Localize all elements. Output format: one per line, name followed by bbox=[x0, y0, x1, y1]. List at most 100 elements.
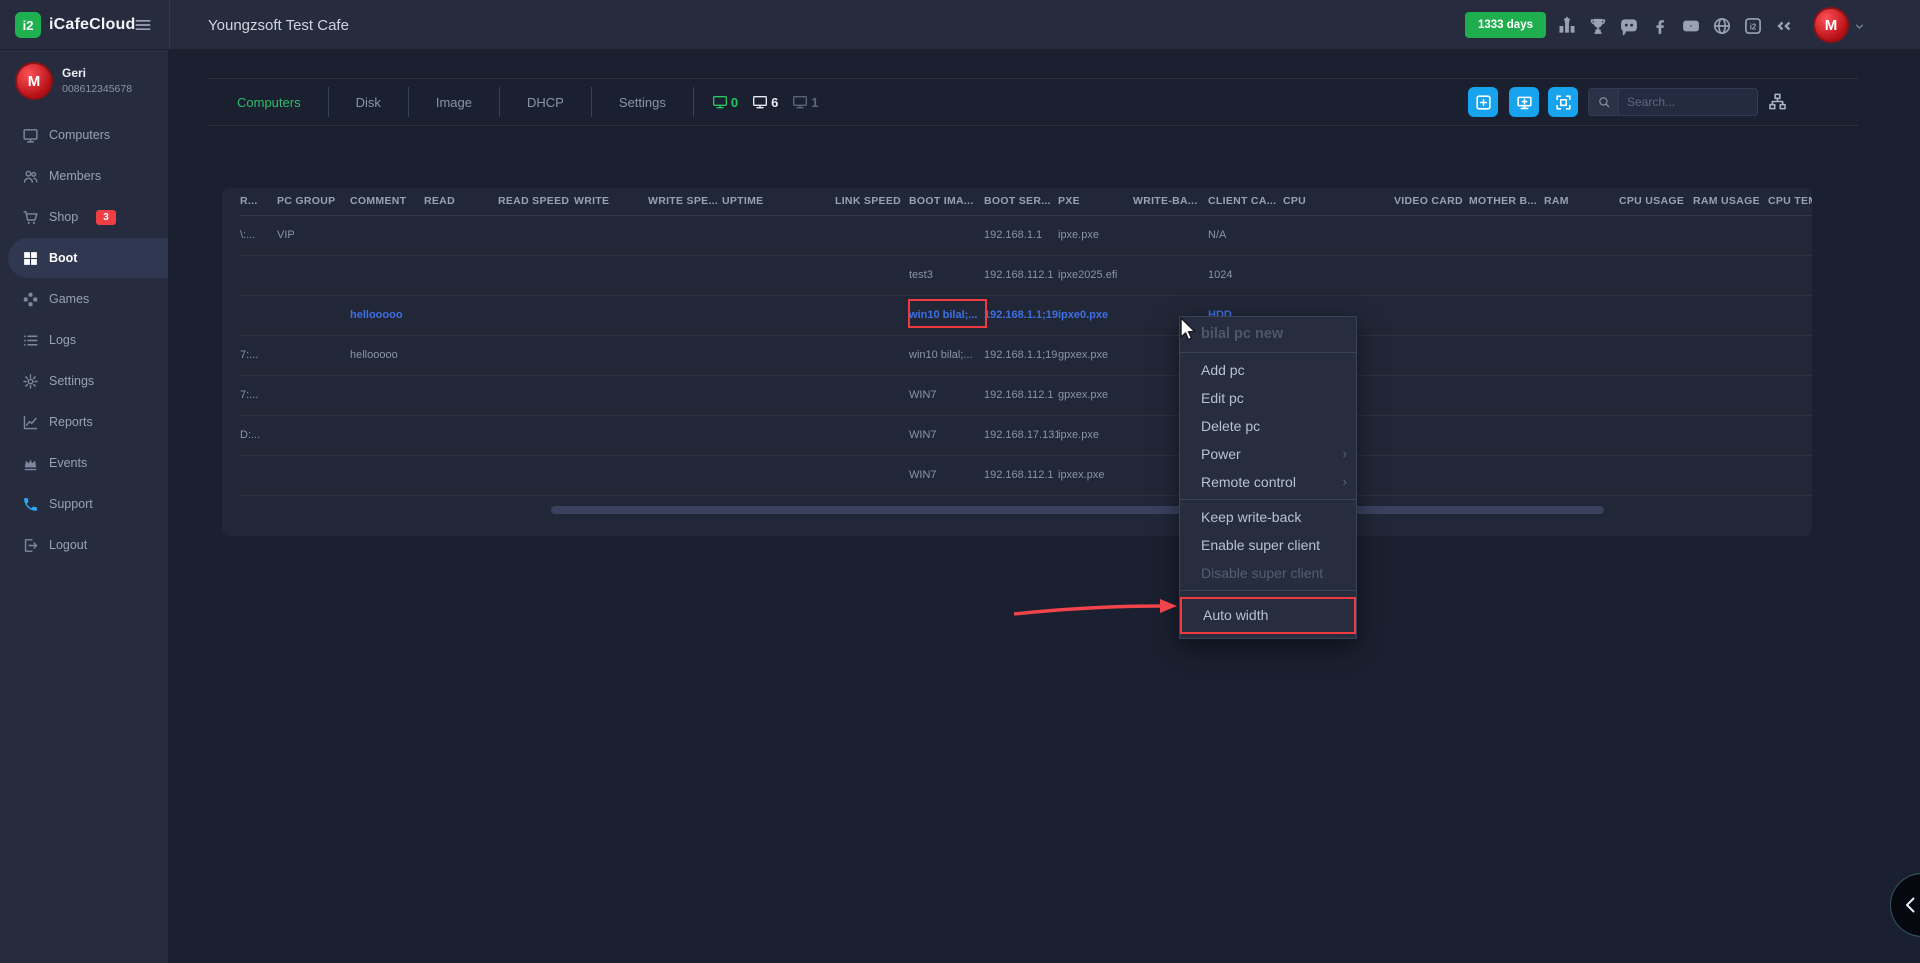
column-header-uptime[interactable]: UPTIME bbox=[722, 188, 835, 215]
offline-pcs-count[interactable]: 1 bbox=[792, 94, 818, 110]
table-cell[interactable]: ipxe0.pxe bbox=[1058, 295, 1133, 335]
table-cell[interactable]: 192.168.1.1;19... bbox=[984, 295, 1058, 335]
user-avatar[interactable]: M bbox=[1813, 7, 1849, 43]
sidebar-toggle-button[interactable] bbox=[133, 15, 153, 35]
table-cell[interactable]: hellooooo bbox=[350, 295, 424, 335]
header-globe-button[interactable] bbox=[1711, 15, 1733, 37]
tab-dhcp[interactable]: DHCP bbox=[500, 87, 592, 117]
column-header-client-ca[interactable]: CLIENT CA... bbox=[1208, 188, 1283, 215]
sidebar-item-boot[interactable]: Boot bbox=[8, 238, 168, 278]
menu-item-add-pc[interactable]: Add pc bbox=[1180, 356, 1356, 384]
header-trophy-button[interactable] bbox=[1587, 15, 1609, 37]
tab-settings[interactable]: Settings bbox=[592, 87, 694, 117]
table-cell[interactable]: N/A bbox=[1208, 215, 1283, 255]
column-header-ram[interactable]: RAM bbox=[1544, 188, 1619, 215]
table-cell[interactable]: WIN7 bbox=[909, 375, 984, 415]
sidebar-item-settings[interactable]: Settings bbox=[0, 361, 168, 401]
header-double-chevron-button[interactable] bbox=[1773, 15, 1795, 37]
table-cell[interactable]: hellooooo bbox=[350, 335, 424, 375]
add-button[interactable] bbox=[1468, 87, 1498, 117]
table-cell[interactable]: 192.168.1.1 bbox=[984, 215, 1058, 255]
tab-computers[interactable]: Computers bbox=[210, 87, 329, 117]
column-header-ram-usage[interactable]: RAM USAGE bbox=[1693, 188, 1768, 215]
table-row[interactable]: D:... WIN7192.168.17.131ipxe.pxe bbox=[240, 415, 1812, 455]
table-cell[interactable]: test3 bbox=[909, 255, 984, 295]
horizontal-scrollbar[interactable] bbox=[551, 506, 1604, 514]
online-pcs-count[interactable]: 0 bbox=[712, 94, 738, 110]
column-header-comment[interactable]: COMMENT bbox=[350, 188, 424, 215]
table-cell[interactable]: ipxe.pxe bbox=[1058, 215, 1133, 255]
sidebar-item-logs[interactable]: Logs bbox=[0, 320, 168, 360]
header-icafe-badge-button[interactable]: i2 bbox=[1742, 15, 1764, 37]
column-header-video-card[interactable]: VIDEO CARD bbox=[1394, 188, 1469, 215]
chevron-down-icon[interactable] bbox=[1853, 20, 1866, 33]
table-row[interactable]: WIN7192.168.112.1ipxex.pxe bbox=[240, 455, 1812, 495]
table-cell[interactable]: WIN7 bbox=[909, 415, 984, 455]
table-row[interactable]: 7:... WIN7192.168.112.1gpxex.pxe bbox=[240, 375, 1812, 415]
table-cell[interactable]: ipxe.pxe bbox=[1058, 415, 1133, 455]
tab-disk[interactable]: Disk bbox=[329, 87, 409, 117]
sidebar-item-games[interactable]: Games bbox=[0, 279, 168, 319]
table-row[interactable]: hellooooowin10 bilal;...192.168.1.1;19..… bbox=[240, 295, 1812, 335]
menu-item-delete-pc[interactable]: Delete pc bbox=[1180, 412, 1356, 440]
column-header-cpu[interactable]: CPU bbox=[1283, 188, 1394, 215]
column-header-r[interactable]: R... bbox=[240, 188, 277, 215]
sidebar-item-reports[interactable]: Reports bbox=[0, 402, 168, 442]
table-row[interactable]: 7:... hellooooo win10 bilal;...192.168.1.1… bbox=[240, 335, 1812, 375]
side-panel-toggle-button[interactable] bbox=[1890, 873, 1920, 937]
table-cell[interactable]: 192.168.112.1 bbox=[984, 455, 1058, 495]
header-facebook-button[interactable] bbox=[1649, 15, 1671, 37]
sidebar-item-logout[interactable]: Logout bbox=[0, 525, 168, 565]
column-header-pc-group[interactable]: PC GROUP bbox=[277, 188, 350, 215]
menu-item-keep-write-back[interactable]: Keep write-back bbox=[1180, 503, 1356, 531]
sitemap-icon[interactable] bbox=[1768, 92, 1787, 111]
table-cell[interactable]: 7:... bbox=[240, 375, 277, 415]
table-cell[interactable]: 192.168.112.1 bbox=[984, 255, 1058, 295]
table-cell[interactable]: 7:... bbox=[240, 335, 277, 375]
sidebar-item-events[interactable]: Events bbox=[0, 443, 168, 483]
table-row[interactable]: \:...VIP 192.168.1.1ipxe.pxe N/A bbox=[240, 215, 1812, 255]
column-header-write-ba[interactable]: WRITE-BA... bbox=[1133, 188, 1208, 215]
table-cell[interactable]: ipxe2025.efi bbox=[1058, 255, 1133, 295]
column-header-mother-b[interactable]: MOTHER B... bbox=[1469, 188, 1544, 215]
sidebar-item-shop[interactable]: Shop3 bbox=[0, 197, 168, 237]
column-header-read-speed[interactable]: READ SPEED bbox=[498, 188, 574, 215]
table-cell[interactable]: \:... bbox=[240, 215, 277, 255]
table-cell[interactable]: D:... bbox=[240, 415, 277, 455]
sidebar-item-support[interactable]: Support bbox=[0, 484, 168, 524]
menu-item-remote-control[interactable]: Remote control› bbox=[1180, 468, 1356, 496]
add-pc-button[interactable] bbox=[1509, 87, 1539, 117]
column-header-cpu-usage[interactable]: CPU USAGE bbox=[1619, 188, 1693, 215]
column-header-link-speed[interactable]: LINK SPEED bbox=[835, 188, 909, 215]
all-pcs-count[interactable]: 6 bbox=[752, 94, 778, 110]
header-ranking-button[interactable] bbox=[1556, 15, 1578, 37]
table-cell[interactable]: gpxex.pxe bbox=[1058, 375, 1133, 415]
menu-item-auto-width[interactable]: Auto width bbox=[1180, 597, 1356, 634]
table-cell[interactable]: 1024 bbox=[1208, 255, 1283, 295]
column-header-cpu-temp[interactable]: CPU TEMP bbox=[1768, 188, 1812, 215]
table-cell[interactable]: win10 bilal;... bbox=[909, 335, 984, 375]
column-header-write[interactable]: WRITE bbox=[574, 188, 648, 215]
table-cell[interactable]: WIN7 bbox=[909, 455, 984, 495]
column-header-write-spe[interactable]: WRITE SPE... bbox=[648, 188, 722, 215]
table-cell[interactable]: 192.168.17.131 bbox=[984, 415, 1058, 455]
menu-item-edit-pc[interactable]: Edit pc bbox=[1180, 384, 1356, 412]
sidebar-item-computers[interactable]: Computers bbox=[0, 115, 168, 155]
column-header-boot-ser[interactable]: BOOT SER... bbox=[984, 188, 1058, 215]
table-cell[interactable]: gpxex.pxe bbox=[1058, 335, 1133, 375]
column-header-pxe[interactable]: PXE bbox=[1058, 188, 1133, 215]
table-row[interactable]: test3192.168.112.1ipxe2025.efi 1024 bbox=[240, 255, 1812, 295]
menu-item-enable-super-client[interactable]: Enable super client bbox=[1180, 531, 1356, 559]
column-header-read[interactable]: READ bbox=[424, 188, 498, 215]
search-input[interactable] bbox=[1619, 95, 1757, 109]
table-cell[interactable]: 192.168.1.1;19... bbox=[984, 335, 1058, 375]
tab-image[interactable]: Image bbox=[409, 87, 500, 117]
menu-item-power[interactable]: Power› bbox=[1180, 440, 1356, 468]
table-cell[interactable]: VIP bbox=[277, 215, 350, 255]
table-cell[interactable]: 192.168.112.1 bbox=[984, 375, 1058, 415]
sidebar-item-members[interactable]: Members bbox=[0, 156, 168, 196]
table-cell[interactable]: ipxex.pxe bbox=[1058, 455, 1133, 495]
header-youtube-button[interactable] bbox=[1680, 15, 1702, 37]
column-header-boot-ima[interactable]: BOOT IMA... bbox=[909, 188, 984, 215]
header-discord-button[interactable] bbox=[1618, 15, 1640, 37]
